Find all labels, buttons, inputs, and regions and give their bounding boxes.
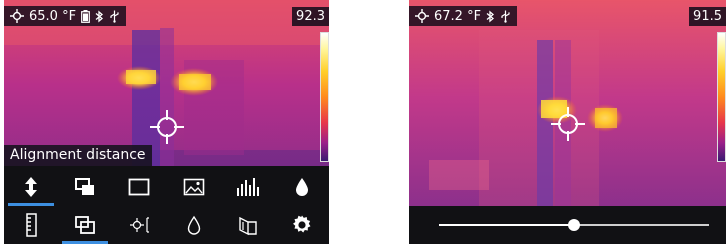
alignment-slider-panel xyxy=(409,206,726,244)
picture-in-picture-button[interactable] xyxy=(58,168,112,206)
color-scale-bar xyxy=(320,32,329,162)
histogram-button[interactable] xyxy=(221,168,275,206)
spot-meter-icon xyxy=(415,9,429,23)
tool-menu-row-2 xyxy=(4,206,329,244)
color-scale-bar xyxy=(717,32,726,162)
spot-temperature: 67.2 °F xyxy=(434,8,482,24)
alignment-slider-fill xyxy=(439,224,574,226)
thermal-screen-right: 67.2 °F 91.5 xyxy=(409,0,726,244)
full-frame-icon xyxy=(128,178,150,196)
bluetooth-icon xyxy=(95,9,104,23)
usb-icon xyxy=(110,10,119,23)
tool-menu-row-1 xyxy=(4,168,329,206)
emissivity-drop-icon xyxy=(295,178,308,196)
spot-temperature: 65.0 °F xyxy=(29,8,77,24)
image-icon xyxy=(183,178,204,196)
picture-in-picture-icon xyxy=(75,178,95,195)
distance-scale-button[interactable] xyxy=(4,206,58,244)
tool-menu xyxy=(4,166,329,244)
alignment-slider-thumb[interactable] xyxy=(568,219,580,231)
max-temperature-label: 92.3 xyxy=(292,7,329,26)
spot-meter-icon xyxy=(130,217,150,233)
msx-overlay-icon xyxy=(75,216,96,234)
spot-meter-icon xyxy=(10,9,24,23)
image-button[interactable] xyxy=(166,168,220,206)
settings-button[interactable] xyxy=(275,206,329,244)
histogram-icon xyxy=(236,178,259,196)
full-frame-button[interactable] xyxy=(112,168,166,206)
menu-tooltip: Alignment distance xyxy=(4,145,152,166)
msx-overlay-button[interactable] xyxy=(58,206,112,244)
distance-scale-icon xyxy=(26,213,37,237)
bluetooth-icon xyxy=(486,9,495,23)
settings-gear-icon xyxy=(292,215,311,233)
humidity-button[interactable] xyxy=(166,206,220,244)
spot-meter-button[interactable] xyxy=(112,206,166,244)
humidity-drop-icon xyxy=(187,215,200,235)
status-bar: 65.0 °F xyxy=(4,6,127,26)
emissivity-button[interactable] xyxy=(275,168,329,206)
spot-meter-crosshair xyxy=(551,107,585,141)
spot-meter-crosshair xyxy=(150,110,184,144)
level-span-button[interactable] xyxy=(221,206,275,244)
level-span-icon xyxy=(239,216,257,236)
battery-icon xyxy=(81,9,90,23)
usb-icon xyxy=(501,10,510,23)
status-bar: 67.2 °F xyxy=(409,6,518,26)
thermal-screen-left: 65.0 °F 92.3 Alignment distance xyxy=(4,0,329,244)
alignment-distance-icon xyxy=(25,177,38,197)
max-temperature-label: 91.5 xyxy=(689,7,726,26)
alignment-distance-button[interactable] xyxy=(4,168,58,206)
alignment-slider-track[interactable] xyxy=(439,219,709,231)
